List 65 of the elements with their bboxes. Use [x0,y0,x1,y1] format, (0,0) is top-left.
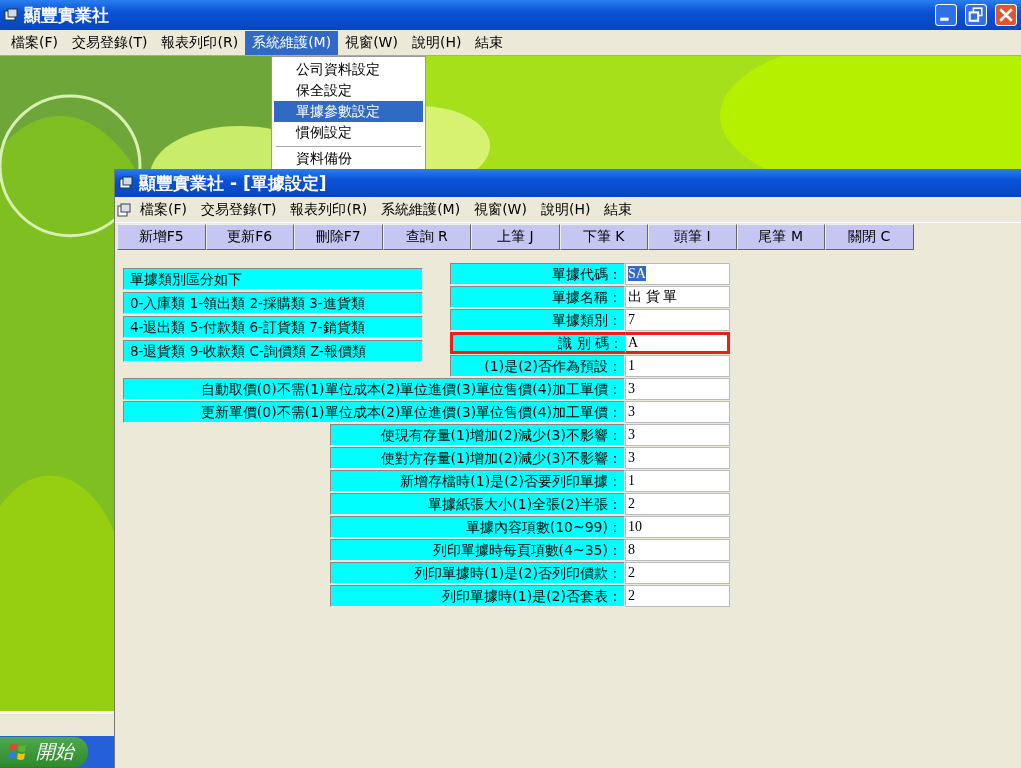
field-label: 單據類別： [450,309,625,331]
start-button[interactable]: 開始 [0,737,88,767]
input-field[interactable]: 2 [625,585,730,607]
menu-entry[interactable]: 公司資料設定 [274,59,423,80]
field-label: 新增存檔時(1)是(2)否要列印單據： [330,470,625,492]
menu-item[interactable]: 視窗(W) [467,197,534,222]
toolbar-button[interactable]: 更新F6 [205,224,294,250]
input-field[interactable]: 3 [625,401,730,423]
field-label: 單據紙張大小(1)全張(2)半張： [330,493,625,515]
field-label: 列印單據時每頁項數(4~35)： [330,539,625,561]
toolbar-button[interactable]: 上筆 J [471,224,560,250]
menu-entry[interactable]: 單據參數設定 [274,101,423,122]
field-label: 識 別 碼： [450,332,625,354]
menu-entry[interactable]: 慣例設定 [274,122,423,143]
toolbar-button[interactable]: 新增F5 [117,224,206,250]
menu-entry[interactable]: 保全設定 [274,80,423,101]
field-label: 列印單據時(1)是(2)否套表： [330,585,625,607]
toolbar-button[interactable]: 關閉 C [825,224,914,250]
field-label: 單據代碼： [450,263,625,285]
field-label: 列印單據時(1)是(2)否列印價款： [330,562,625,584]
input-field[interactable]: 8 [625,539,730,561]
input-field[interactable]: 10 [625,516,730,538]
window-title: 顯豐實業社 [24,3,109,27]
input-field[interactable]: 3 [625,424,730,446]
menu-item[interactable]: 結束 [597,197,640,222]
menu-item[interactable]: 說明(H) [404,30,469,55]
menu-item[interactable]: 系統維護(M) [245,30,339,55]
field-label: 更新單價(0)不需(1)單位成本(2)單位進價(3)單位售價(4)加工單價： [123,401,625,423]
menu-entry[interactable]: 資料備份 [274,148,423,169]
toolbar-button[interactable]: 查詢 R [382,224,471,250]
input-field[interactable]: 1 [625,470,730,492]
category-note: 8-退貨類 9-收款類 C-詢價類 Z-報價類 [123,340,423,362]
toolbar-button[interactable]: 頭筆 I [648,224,737,250]
input-field[interactable]: 3 [625,447,730,469]
field-label: 使對方存量(1)增加(2)減少(3)不影響： [330,447,625,469]
field-label: (1)是(2)否作為預設： [450,355,625,377]
menu-item[interactable]: 交易登錄(T) [194,197,284,222]
field-label: 使現有存量(1)增加(2)減少(3)不影響： [330,424,625,446]
window-title: 顯豐實業社 - [單據設定] [139,171,327,195]
input-field[interactable]: 2 [625,562,730,584]
menu-item[interactable]: 系統維護(M) [374,197,468,222]
category-note: 0-入庫類 1-領出類 2-採購類 3-進貨類 [123,292,423,314]
input-field[interactable]: SA [625,263,730,285]
menu-item[interactable]: 報表列印(R) [283,197,375,222]
field-label: 自動取價(0)不需(1)單位成本(2)單位進價(3)單位售價(4)加工單價： [123,378,625,400]
menu-item[interactable]: 檔案(F) [133,197,194,222]
input-field[interactable]: 7 [625,309,730,331]
input-field[interactable]: A [625,332,730,354]
category-note: 4-退出類 5-付款類 6-訂貨類 7-銷貨類 [123,316,423,338]
input-field[interactable]: 出 貨 單 [625,286,730,308]
toolbar-button[interactable]: 刪除F7 [294,224,383,250]
field-label: 單據名稱： [450,286,625,308]
menu-item[interactable]: 說明(H) [533,197,598,222]
input-field[interactable]: 1 [625,355,730,377]
menu-item[interactable]: 報表列印(R) [154,30,246,55]
toolbar-button[interactable]: 尾筆 M [736,224,825,250]
menu-item[interactable]: 檔案(F) [4,30,65,55]
toolbar-button[interactable]: 下筆 K [559,224,648,250]
input-field[interactable]: 3 [625,378,730,400]
menu-item[interactable]: 視窗(W) [338,30,405,55]
field-label: 單據內容項數(10~99)： [330,516,625,538]
menu-item[interactable]: 交易登錄(T) [65,30,155,55]
category-note: 單據類別區分如下 [123,268,423,290]
menu-item[interactable]: 結束 [468,30,511,55]
input-field[interactable]: 2 [625,493,730,515]
